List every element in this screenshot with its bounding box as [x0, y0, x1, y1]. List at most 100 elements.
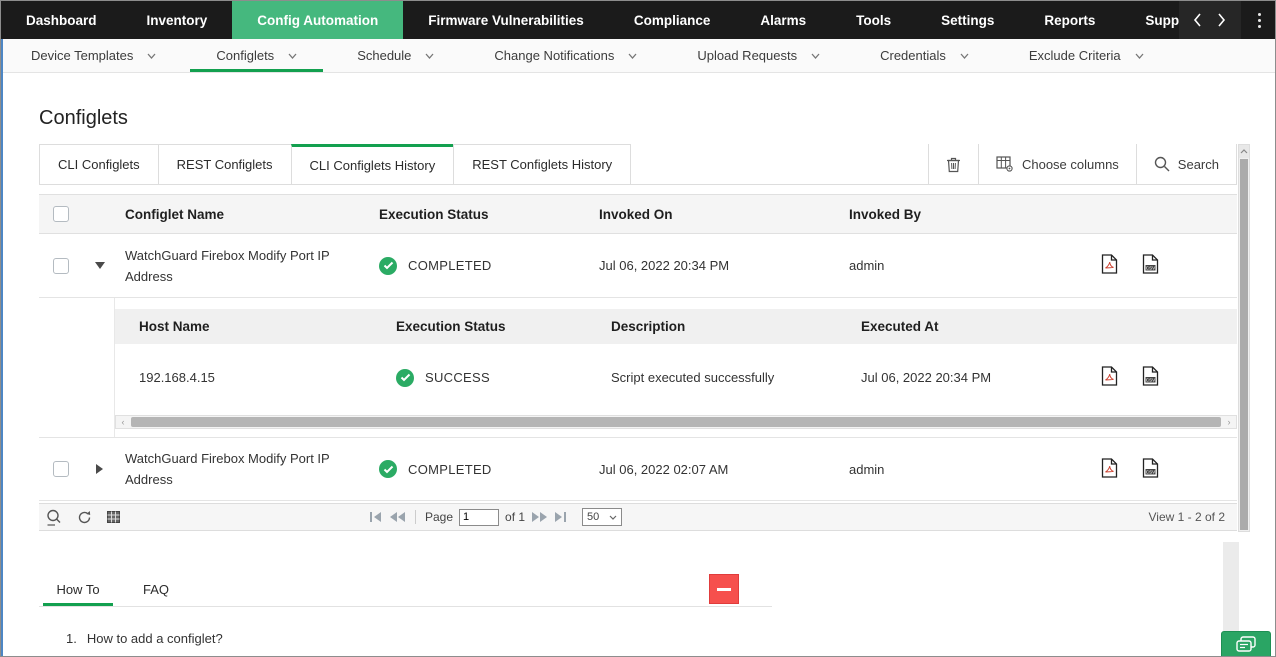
expand-row-icon[interactable]: [86, 464, 113, 474]
subnav-label: Schedule: [357, 48, 411, 63]
chevron-down-icon: [425, 53, 434, 59]
configlet-name-cell: WatchGuard Firebox Modify Port IP Addres…: [113, 448, 371, 490]
col-invoked-on: Invoked On: [591, 207, 841, 222]
subnav-exclude-criteria[interactable]: Exclude Criteria: [999, 39, 1174, 72]
help-collapse-button[interactable]: [709, 574, 739, 604]
host-row[interactable]: 192.168.4.15 SUCCESS Script executed suc…: [115, 344, 1237, 411]
subnav-upload-requests[interactable]: Upload Requests: [667, 39, 850, 72]
row-checkbox[interactable]: [53, 258, 69, 274]
nav-overflow-menu-icon[interactable]: [1244, 1, 1275, 39]
column-search-icon[interactable]: [46, 509, 62, 526]
grid-view-icon[interactable]: [107, 511, 120, 523]
csv-export-icon[interactable]: CSV: [1142, 366, 1159, 389]
main-content: CLI Configlets REST Configlets CLI Confi…: [39, 144, 1237, 531]
tab-how-to[interactable]: How To: [39, 573, 117, 604]
scroll-right-icon[interactable]: ›: [1222, 416, 1236, 428]
pagination: Page of 1 50: [369, 508, 622, 526]
tab-faq[interactable]: FAQ: [117, 573, 195, 604]
tabbar-spacer: [631, 144, 928, 184]
choose-columns-icon: [996, 156, 1014, 172]
scroll-left-icon[interactable]: ‹: [116, 416, 130, 428]
vertical-scrollbar[interactable]: [1238, 144, 1250, 532]
horizontal-scrollbar[interactable]: ‹ ›: [115, 415, 1237, 429]
col-configlet-name: Configlet Name: [113, 207, 371, 222]
nav-config-automation[interactable]: Config Automation: [232, 1, 403, 39]
tab-cli-configlets[interactable]: CLI Configlets: [39, 144, 158, 184]
horizontal-scroll-thumb[interactable]: [131, 417, 1221, 427]
svg-text:CSV: CSV: [1146, 265, 1156, 270]
search-button[interactable]: Search: [1136, 144, 1237, 184]
row-checkbox[interactable]: [53, 461, 69, 477]
subnav-device-templates[interactable]: Device Templates: [1, 39, 186, 72]
page-of-label: of 1: [505, 510, 525, 524]
invoked-on-cell: Jul 06, 2022 02:07 AM: [591, 462, 841, 477]
subnav-credentials[interactable]: Credentials: [850, 39, 999, 72]
app-window: Dashboard Inventory Config Automation Fi…: [0, 0, 1276, 657]
subnav-configlets[interactable]: Configlets: [186, 39, 327, 72]
pdf-export-icon[interactable]: [1101, 458, 1118, 481]
tab-cli-configlets-history[interactable]: CLI Configlets History: [291, 144, 454, 184]
nav-dashboard[interactable]: Dashboard: [1, 1, 122, 39]
subnav-label: Exclude Criteria: [1029, 48, 1121, 63]
tab-rest-configlets[interactable]: REST Configlets: [158, 144, 291, 184]
nav-scroll-arrows: [1179, 1, 1241, 39]
first-page-icon[interactable]: [369, 511, 383, 523]
nav-scroll-right-icon[interactable]: [1217, 12, 1227, 28]
subnav-change-notifications[interactable]: Change Notifications: [464, 39, 667, 72]
window-left-edge: [1, 39, 3, 656]
chevron-down-icon: [1135, 53, 1144, 59]
nav-support[interactable]: Supp: [1120, 1, 1179, 39]
chat-support-icon: [1234, 636, 1258, 656]
col-nested-execution-status: Execution Status: [372, 319, 587, 334]
pdf-export-icon[interactable]: [1101, 254, 1118, 277]
nav-alarms[interactable]: Alarms: [735, 1, 831, 39]
nav-scroll-left-icon[interactable]: [1193, 12, 1203, 28]
scroll-up-icon[interactable]: [1239, 145, 1249, 158]
execution-details-panel: Host Name Execution Status Description E…: [114, 298, 1237, 437]
page-size-select[interactable]: 50: [582, 508, 622, 526]
next-page-icon[interactable]: [531, 511, 548, 523]
vertical-scroll-thumb[interactable]: [1240, 159, 1248, 530]
subnav-schedule[interactable]: Schedule: [327, 39, 464, 72]
nested-header-row: Host Name Execution Status Description E…: [115, 309, 1237, 344]
invoked-by-cell: admin: [841, 462, 1081, 477]
page-scrollbar-track[interactable]: [1223, 542, 1239, 631]
select-all-checkbox[interactable]: [53, 206, 69, 222]
choose-columns-label: Choose columns: [1022, 157, 1119, 172]
pdf-export-icon[interactable]: [1101, 366, 1118, 389]
description-cell: Script executed successfully: [587, 370, 837, 385]
previous-page-icon[interactable]: [389, 511, 406, 523]
col-invoked-by: Invoked By: [841, 207, 1081, 222]
col-execution-status: Execution Status: [371, 207, 591, 222]
choose-columns-button[interactable]: Choose columns: [978, 144, 1136, 184]
delete-button[interactable]: [928, 144, 978, 184]
chevron-down-icon: [147, 53, 156, 59]
nav-reports[interactable]: Reports: [1019, 1, 1120, 39]
nav-settings[interactable]: Settings: [916, 1, 1019, 39]
refresh-icon[interactable]: [77, 510, 92, 525]
nav-compliance[interactable]: Compliance: [609, 1, 736, 39]
col-host-name: Host Name: [115, 319, 372, 334]
csv-export-icon[interactable]: CSV: [1142, 254, 1159, 277]
page-number-input[interactable]: [459, 509, 499, 526]
configlet-row[interactable]: WatchGuard Firebox Modify Port IP Addres…: [39, 437, 1237, 501]
search-icon: [1154, 156, 1170, 172]
nav-firmware-vulnerabilities[interactable]: Firmware Vulnerabilities: [403, 1, 609, 39]
last-page-icon[interactable]: [554, 511, 568, 523]
subnav-label: Upload Requests: [697, 48, 797, 63]
collapse-row-icon[interactable]: [86, 262, 113, 269]
col-executed-at: Executed At: [837, 319, 1077, 334]
page-size-value: 50: [587, 511, 599, 523]
csv-export-icon[interactable]: CSV: [1142, 458, 1159, 481]
nav-tools[interactable]: Tools: [831, 1, 916, 39]
col-description: Description: [587, 319, 837, 334]
configlet-tabbar: CLI Configlets REST Configlets CLI Confi…: [39, 144, 1237, 185]
tab-rest-configlets-history[interactable]: REST Configlets History: [453, 144, 631, 184]
table-footer: Page of 1 50 View 1 - 2 of 2: [39, 503, 1237, 531]
chevron-down-icon: [628, 53, 637, 59]
status-label: COMPLETED: [408, 462, 492, 477]
configlet-row[interactable]: WatchGuard Firebox Modify Port IP Addres…: [39, 234, 1237, 298]
nav-inventory[interactable]: Inventory: [122, 1, 233, 39]
chat-support-button[interactable]: [1221, 631, 1271, 657]
help-question-link[interactable]: 1. How to add a configlet?: [66, 631, 772, 646]
